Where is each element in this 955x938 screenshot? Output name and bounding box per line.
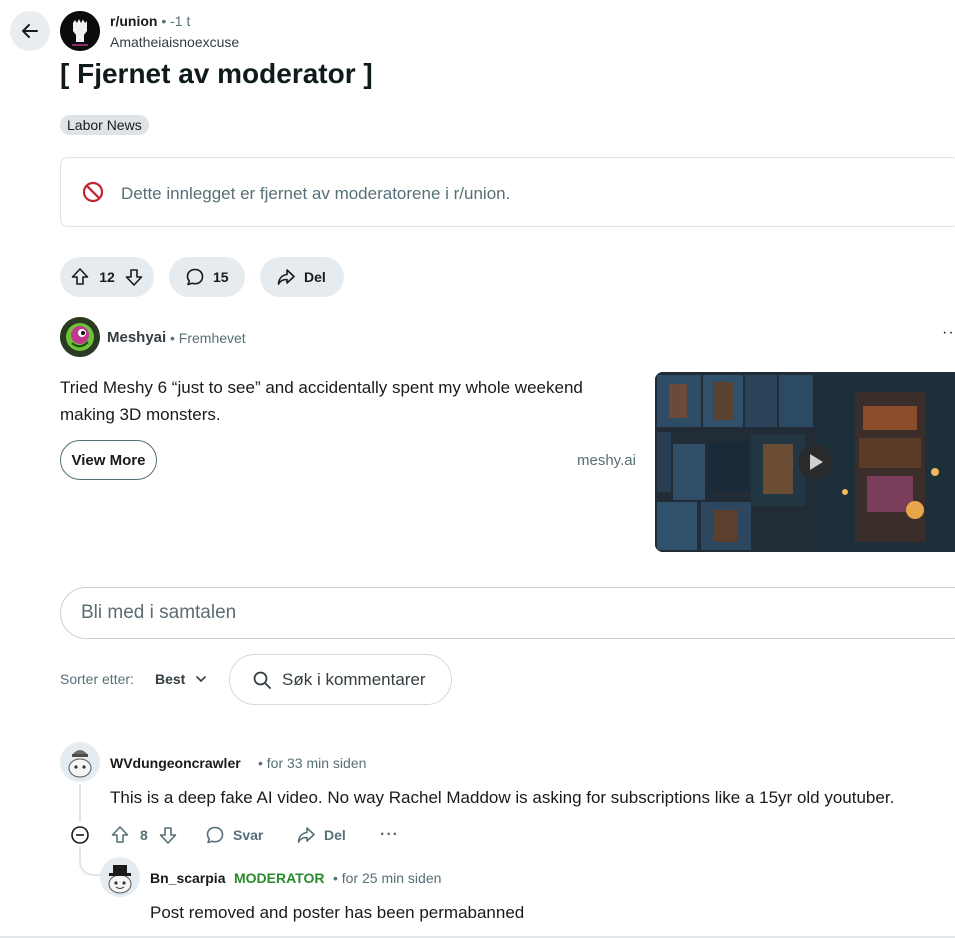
reply-label: Svar [233, 827, 264, 843]
reply-button[interactable]: Svar [205, 823, 263, 847]
sort-dropdown[interactable]: Best [155, 671, 207, 687]
promoted-label: • Fremhevet [170, 330, 246, 346]
promoted-thumbnail [655, 372, 955, 552]
post-time: • -1 t [157, 13, 191, 29]
snoo-avatar-icon [60, 742, 100, 782]
comment-icon [186, 268, 204, 286]
comment-username[interactable]: Bn_scarpia [150, 870, 225, 886]
vote-count: 12 [99, 269, 115, 285]
promoted-media[interactable] [655, 372, 955, 552]
subreddit-link[interactable]: r/union [110, 13, 157, 29]
avatar[interactable] [60, 742, 100, 782]
snoo-hat-avatar-icon [100, 857, 140, 897]
more-horizontal-icon[interactable]: ·· [942, 324, 955, 342]
comment-body: This is a deep fake AI video. No way Rac… [110, 788, 895, 807]
promoted-text[interactable]: Tried Meshy 6 “just to see” and accident… [60, 374, 630, 428]
comment-more-button[interactable]: ··· [380, 823, 399, 847]
downvote-icon[interactable] [124, 267, 144, 287]
search-comments-placeholder: Søk i kommentarer [282, 669, 426, 689]
comment-vote-count: 8 [140, 827, 148, 843]
meshy-logo-icon [60, 317, 100, 357]
join-conversation-input[interactable]: Bli med i samtalen [60, 587, 955, 639]
arrow-left-icon [22, 24, 38, 38]
fist-logo-icon [60, 11, 100, 51]
sort-value: Best [155, 671, 186, 687]
back-button[interactable] [10, 11, 50, 51]
comment-vote-bar: 8 [110, 823, 178, 847]
comment-share-label: Del [324, 827, 346, 843]
comment-share-button[interactable]: Del [296, 823, 346, 847]
comment-time: • for 25 min siden [333, 870, 442, 886]
view-more-button[interactable]: View More [60, 440, 157, 480]
upvote-icon[interactable] [70, 267, 90, 287]
share-icon [297, 827, 315, 843]
sort-label: Sorter etter: [60, 671, 134, 687]
downvote-icon[interactable] [158, 825, 178, 845]
advertiser-avatar[interactable] [60, 317, 100, 357]
subreddit-name[interactable]: r/union • -1 t [110, 13, 190, 29]
collapse-icon[interactable] [70, 825, 90, 845]
share-icon [277, 269, 295, 285]
subreddit-avatar[interactable] [60, 11, 100, 51]
avatar[interactable] [100, 857, 140, 897]
comments-button[interactable]: 15 [169, 257, 245, 297]
comment-username[interactable]: WVdungeoncrawler [110, 755, 241, 771]
comment-time: • for 33 min siden [258, 755, 367, 771]
thread-connector [79, 846, 101, 876]
removed-notice-text: Dette innlegget er fjernet av moderatore… [121, 184, 511, 203]
moderator-badge: MODERATOR [234, 870, 325, 886]
vote-bar: 12 [60, 257, 154, 297]
post-author[interactable]: Amatheiaisnoexcuse [110, 34, 239, 50]
comment-body: Post removed and poster has been permaba… [150, 903, 525, 922]
comment-icon [206, 826, 224, 844]
chevron-down-icon [196, 676, 207, 683]
prohibited-icon [82, 181, 104, 203]
promoted-domain[interactable]: meshy.ai [577, 452, 636, 469]
share-button[interactable]: Del [260, 257, 344, 297]
page-title: [ Fjernet av moderator ] [60, 58, 373, 89]
search-icon [253, 671, 271, 689]
share-label: Del [304, 269, 326, 285]
post-flair[interactable]: Labor News [60, 115, 149, 135]
upvote-icon[interactable] [110, 825, 130, 845]
search-comments-input[interactable]: Søk i kommentarer [229, 654, 452, 705]
thread-line [79, 784, 81, 822]
advertiser-name[interactable]: Meshyai [107, 329, 166, 346]
comment-count: 15 [213, 269, 229, 285]
